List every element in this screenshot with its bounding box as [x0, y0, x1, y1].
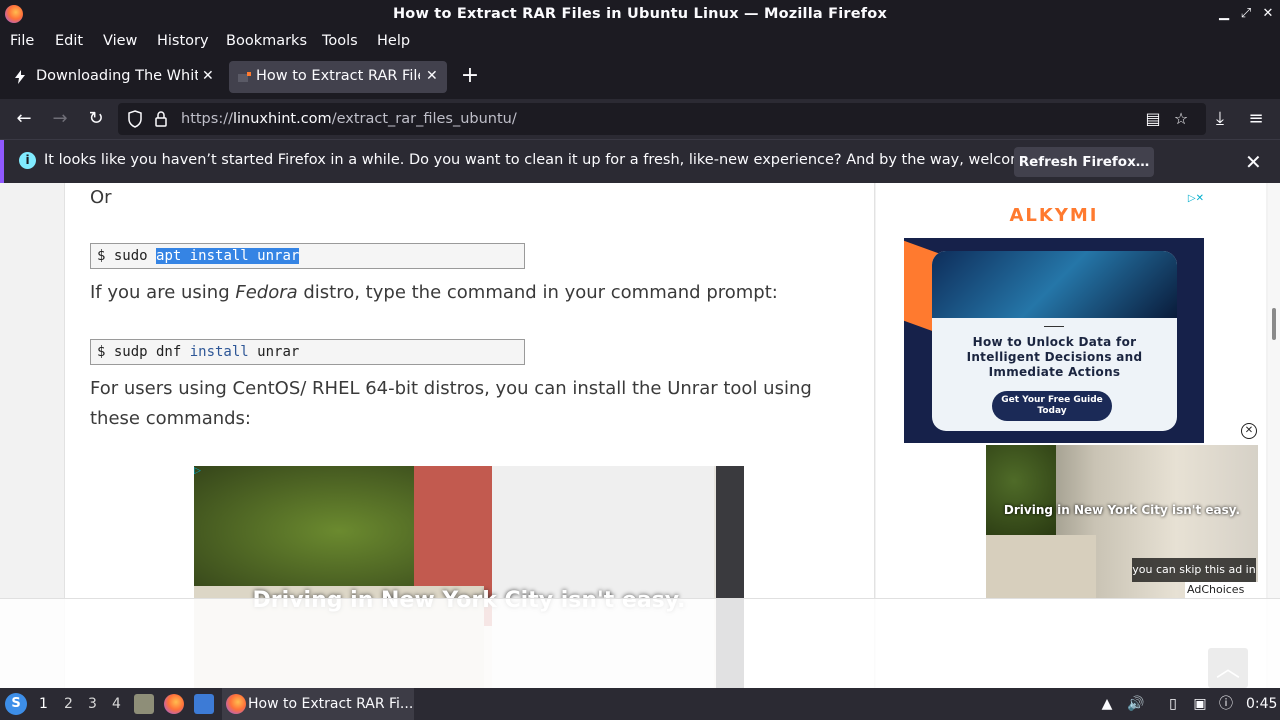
- skip-ad-countdown: you can skip this ad in 2: [1132, 558, 1256, 598]
- downloads-icon[interactable]: ⤓: [1208, 107, 1232, 131]
- or-text: Or: [90, 187, 112, 208]
- clipboard-icon[interactable]: ▯: [1163, 694, 1183, 714]
- ad-body: How to Unlock Data for Intelligent Decis…: [904, 238, 1204, 443]
- adchoices-icon[interactable]: ▷✕: [1174, 193, 1204, 207]
- file-manager-icon[interactable]: [134, 694, 154, 714]
- ad-divider: [1044, 326, 1064, 327]
- text: If you are using: [90, 282, 236, 303]
- code-prefix: $ sudo: [97, 248, 157, 264]
- menu-view[interactable]: View: [103, 33, 137, 49]
- adchoices-label[interactable]: AdChoices: [1185, 582, 1258, 598]
- menu-help[interactable]: Help: [377, 33, 410, 49]
- menu-history[interactable]: History: [157, 33, 209, 49]
- window-titlebar: How to Extract RAR Files in Ubuntu Linux…: [0, 0, 1280, 29]
- fedora-paragraph: If you are using Fedora distro, type the…: [90, 278, 778, 308]
- bolt-icon: [15, 70, 25, 84]
- screen-icon[interactable]: ▣: [1190, 694, 1210, 714]
- code-prefix: $ sudp dnf: [97, 344, 190, 360]
- info-icon: i: [19, 152, 36, 169]
- ad-cta-button[interactable]: Get Your Free Guide Today: [992, 391, 1112, 421]
- ad-card: How to Unlock Data for Intelligent Decis…: [932, 251, 1177, 431]
- maximize-icon[interactable]: ⤢: [1238, 5, 1254, 23]
- taskbar-task-firefox[interactable]: How to Extract RAR Fi...: [222, 688, 414, 720]
- new-tab-button[interactable]: +: [459, 64, 481, 90]
- workspace-4[interactable]: 4: [112, 696, 121, 712]
- terminal-icon[interactable]: [194, 694, 214, 714]
- code-suffix: unrar: [248, 344, 300, 360]
- url-text[interactable]: https://linuxhint.com/extract_rar_files_…: [181, 111, 517, 127]
- back-icon[interactable]: ←: [12, 107, 36, 131]
- video-planter: [986, 535, 1096, 598]
- firefox-icon: [226, 694, 246, 714]
- ad-header: ALKYMI: [904, 193, 1204, 238]
- close-notification-icon[interactable]: ✕: [1245, 150, 1262, 174]
- code-block-apt: $ sudo apt install unrar: [90, 243, 525, 269]
- workspace-3[interactable]: 3: [88, 696, 97, 712]
- menu-bookmarks[interactable]: Bookmarks: [226, 33, 307, 49]
- clock: 0:45: [1246, 696, 1278, 712]
- tab-downloading[interactable]: Downloading The White ✕: [4, 61, 224, 93]
- url-path: /extract_rar_files_ubuntu/: [331, 111, 517, 127]
- ad-headline: How to Unlock Data for Intelligent Decis…: [966, 335, 1143, 379]
- floating-video-ad[interactable]: Driving in New York City isn't easy. you…: [986, 445, 1258, 598]
- network-info-icon[interactable]: ⓘ: [1216, 694, 1236, 714]
- ad-brand: ALKYMI: [1009, 205, 1099, 226]
- close-video-ad-icon[interactable]: ✕: [1241, 423, 1257, 439]
- fedora-italic: Fedora: [235, 282, 298, 303]
- centos-paragraph: For users using CentOS/ RHEL 64-bit dist…: [90, 378, 812, 429]
- adchoices-icon[interactable]: ▷: [194, 466, 210, 480]
- text: distro, type the command in your command…: [297, 282, 778, 303]
- url-host: linuxhint.com: [232, 111, 332, 127]
- code-block-dnf: $ sudp dnf install unrar: [90, 339, 525, 365]
- reader-view-icon[interactable]: ▤: [1143, 109, 1163, 129]
- url-scheme: https://: [181, 111, 233, 127]
- display-ad[interactable]: ALKYMI ▷✕ How to Unlock Data for Intelli…: [904, 193, 1204, 443]
- scrollbar-thumb[interactable]: [1272, 308, 1276, 340]
- navigation-bar: ← → ↻ https://linuxhint.com/extract_rar_…: [0, 99, 1280, 139]
- forward-icon[interactable]: →: [48, 107, 72, 131]
- linuxhint-favicon-icon: [238, 72, 251, 82]
- close-window-icon[interactable]: ✕: [1260, 5, 1276, 23]
- lock-icon[interactable]: [154, 110, 168, 128]
- reload-icon[interactable]: ↻: [84, 107, 108, 131]
- refresh-notification-bar: i It looks like you haven’t started Fire…: [0, 139, 1280, 184]
- notification-accent: [0, 140, 4, 184]
- hamburger-menu-icon[interactable]: ≡: [1244, 107, 1268, 131]
- taskbar: S 1 2 3 4 How to Extract RAR Fi... ▲ 🔊 ▯…: [0, 688, 1280, 720]
- tab-close-icon[interactable]: ✕: [202, 68, 214, 84]
- code-keyword: install: [189, 344, 249, 360]
- scroll-to-top-icon[interactable]: ︿: [1208, 648, 1248, 688]
- video-caption: Driving in New York City isn't easy.: [1003, 503, 1241, 517]
- ad-image: [932, 251, 1177, 318]
- tracking-protection-shield-icon[interactable]: [128, 110, 142, 128]
- tab-extract-rar[interactable]: How to Extract RAR Files ✕: [229, 61, 447, 93]
- workspace-1[interactable]: 1: [39, 696, 48, 712]
- sticky-bottom-overlay: [0, 598, 1280, 688]
- tab-close-icon[interactable]: ✕: [426, 68, 438, 84]
- tab-label: How to Extract RAR Files: [256, 68, 420, 84]
- url-bar[interactable]: https://linuxhint.com/extract_rar_files_…: [118, 103, 1206, 135]
- menu-bar: File Edit View History Bookmarks Tools H…: [0, 29, 1280, 55]
- bookmark-star-icon[interactable]: ☆: [1171, 109, 1191, 129]
- code-selected-text: apt install unrar: [156, 248, 300, 264]
- notification-message: It looks like you haven’t started Firefo…: [44, 152, 1079, 168]
- video-plant: [986, 445, 1056, 535]
- workspace-2[interactable]: 2: [64, 696, 73, 712]
- task-label: How to Extract RAR Fi...: [248, 696, 414, 712]
- menu-file[interactable]: File: [10, 33, 34, 49]
- tab-label: Downloading The White: [36, 68, 198, 84]
- refresh-firefox-button[interactable]: Refresh Firefox…: [1014, 147, 1154, 177]
- volume-icon[interactable]: 🔊: [1126, 694, 1146, 714]
- menu-edit[interactable]: Edit: [55, 33, 83, 49]
- firefox-launcher-icon[interactable]: [164, 694, 184, 714]
- menu-tools[interactable]: Tools: [322, 33, 358, 49]
- window-title: How to Extract RAR Files in Ubuntu Linux…: [392, 6, 888, 22]
- minimize-icon[interactable]: ▁: [1216, 5, 1232, 23]
- start-menu-icon[interactable]: S: [5, 693, 27, 715]
- tray-update-icon[interactable]: ▲: [1097, 694, 1117, 714]
